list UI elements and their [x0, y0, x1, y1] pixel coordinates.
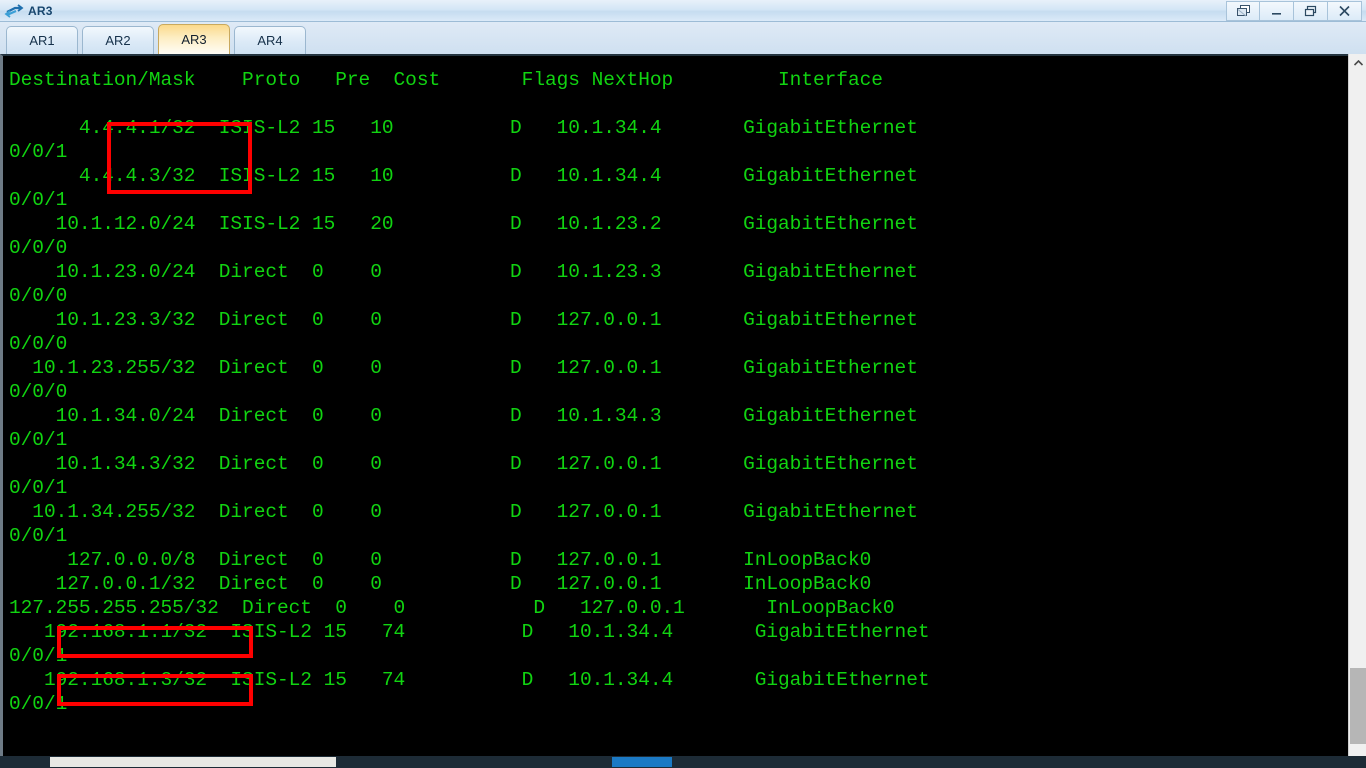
tab-label: AR2: [105, 33, 131, 48]
terminal-line: 4.4.4.3/32 ISIS-L2 15 10 D 10.1.34.4 Gig…: [9, 165, 918, 187]
terminal-line: 0/0/0: [9, 381, 68, 403]
tab-ar4[interactable]: AR4: [234, 26, 306, 54]
chevron-up-icon[interactable]: [1349, 54, 1366, 72]
terminal-line: 0/0/1: [9, 525, 68, 547]
window-title: AR3: [28, 3, 53, 18]
terminal-line: 0/0/1: [9, 141, 68, 163]
terminal-line: 4.4.4.1/32 ISIS-L2 15 10 D 10.1.34.4 Gig…: [9, 117, 918, 139]
horizontal-scrollbar[interactable]: [0, 756, 1366, 768]
terminal-line: 10.1.34.3/32 Direct 0 0 D 127.0.0.1 Giga…: [9, 453, 918, 475]
tab-ar1[interactable]: AR1: [6, 26, 78, 54]
maximize-window-button[interactable]: [1294, 1, 1328, 21]
terminal-output-panel[interactable]: Destination/Mask Proto Pre Cost Flags Ne…: [0, 54, 1366, 768]
minimize-window-button[interactable]: [1260, 1, 1294, 21]
terminal-line: 0/0/1: [9, 693, 68, 715]
terminal-line: 10.1.12.0/24 ISIS-L2 15 20 D 10.1.23.2 G…: [9, 213, 918, 235]
terminal-window: AR3 AR1 AR2 AR3 AR4 Destination/Mask Pro…: [0, 0, 1366, 768]
window-titlebar: AR3: [0, 0, 1366, 22]
route-table-header: Destination/Mask Proto Pre Cost Flags Ne…: [9, 69, 883, 91]
terminal-line: 0/0/1: [9, 189, 68, 211]
horizontal-scrollbar-thumb[interactable]: [50, 757, 336, 767]
terminal-line: 0/0/0: [9, 285, 68, 307]
terminal-line: 127.0.0.0/8 Direct 0 0 D 127.0.0.1 InLoo…: [9, 549, 872, 571]
tab-ar3[interactable]: AR3: [158, 24, 230, 54]
tab-label: AR4: [257, 33, 283, 48]
terminal-screen[interactable]: Destination/Mask Proto Pre Cost Flags Ne…: [3, 56, 1351, 754]
terminal-line: 10.1.34.255/32 Direct 0 0 D 127.0.0.1 Gi…: [9, 501, 918, 523]
vertical-scrollbar-thumb[interactable]: [1350, 668, 1366, 744]
restore-window-button[interactable]: [1226, 1, 1260, 21]
terminal-line: 10.1.23.255/32 Direct 0 0 D 127.0.0.1 Gi…: [9, 357, 918, 379]
terminal-line: 0/0/1: [9, 477, 68, 499]
close-window-button[interactable]: [1328, 1, 1362, 21]
terminal-line: 127.255.255.255/32 Direct 0 0 D 127.0.0.…: [9, 597, 895, 619]
terminal-line: 0/0/1: [9, 645, 68, 667]
terminal-line: 127.0.0.1/32 Direct 0 0 D 127.0.0.1 InLo…: [9, 573, 872, 595]
terminal-line: 10.1.23.0/24 Direct 0 0 D 10.1.23.3 Giga…: [9, 261, 918, 283]
terminal-line: 10.1.34.0/24 Direct 0 0 D 10.1.34.3 Giga…: [9, 405, 918, 427]
terminal-line: 192.168.1.3/32 ISIS-L2 15 74 D 10.1.34.4…: [9, 669, 930, 691]
tab-ar2[interactable]: AR2: [82, 26, 154, 54]
tab-label: AR1: [29, 33, 55, 48]
terminal-text-area: Destination/Mask Proto Pre Cost Flags Ne…: [3, 56, 1351, 716]
window-controls: [1226, 1, 1362, 21]
terminal-line: 10.1.23.3/32 Direct 0 0 D 127.0.0.1 Giga…: [9, 309, 918, 331]
vertical-scrollbar[interactable]: [1348, 54, 1366, 768]
horizontal-scrollbar-accent[interactable]: [612, 757, 672, 767]
terminal-line: 0/0/0: [9, 237, 68, 259]
tab-label: AR3: [181, 32, 207, 47]
terminal-line: 0/0/0: [9, 333, 68, 355]
terminal-line: 0/0/1: [9, 429, 68, 451]
router-icon: [4, 2, 24, 20]
device-tab-bar: AR1 AR2 AR3 AR4: [0, 22, 1366, 54]
terminal-line: 192.168.1.1/32 ISIS-L2 15 74 D 10.1.34.4…: [9, 621, 930, 643]
